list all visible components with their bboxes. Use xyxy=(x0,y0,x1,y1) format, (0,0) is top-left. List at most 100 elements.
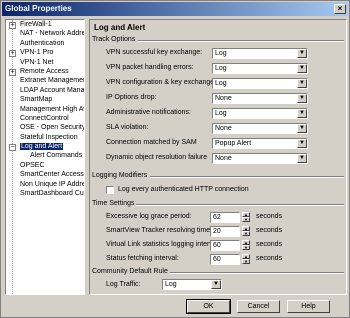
track-option-value: Log xyxy=(215,65,227,72)
time-setting-input[interactable]: 60 xyxy=(210,240,240,251)
spin-down-icon[interactable]: ▼ xyxy=(242,259,250,264)
tree-item-label: FireWall-1 xyxy=(20,21,52,28)
time-setting-label: Status fetching interval: xyxy=(106,255,179,262)
time-settings-header: Time Settings xyxy=(92,200,344,207)
spin-buttons: ▲ ▼ xyxy=(242,254,250,265)
track-option-label: Dynamic object resolution failure xyxy=(106,154,208,161)
tree-item[interactable]: OPSEC xyxy=(6,161,84,170)
close-icon[interactable]: × xyxy=(334,4,346,14)
chevron-down-icon[interactable]: ▼ xyxy=(211,280,221,289)
section-title: Time Settings xyxy=(92,200,135,207)
chevron-down-icon[interactable]: ▼ xyxy=(297,154,307,163)
track-option-select[interactable]: None ▼ xyxy=(212,123,308,134)
track-option-select[interactable]: Popup Alert ▼ xyxy=(212,138,308,149)
spin-buttons: ▲ ▼ xyxy=(242,226,250,237)
separator xyxy=(136,204,344,206)
tree-item[interactable]: Non Unique IP Address xyxy=(6,180,84,189)
tree-item-label: Extranet Management I xyxy=(20,77,84,85)
track-options-header: Track Options xyxy=(92,36,344,43)
track-option-select[interactable]: Log ▼ xyxy=(212,63,308,74)
tree-item[interactable]: Extranet Management I xyxy=(6,76,84,85)
tree-item[interactable]: + FireWall-1 xyxy=(6,20,84,29)
track-option-select[interactable]: None ▼ xyxy=(212,93,308,104)
track-option-value: Log xyxy=(215,110,227,117)
chevron-down-icon[interactable]: ▼ xyxy=(297,79,307,88)
tree-item-label: SmartCenter Access xyxy=(20,171,84,179)
window-title: Global Properties xyxy=(5,4,72,13)
cancel-button[interactable]: Cancel xyxy=(237,300,280,313)
tree-item[interactable]: SmartMap xyxy=(6,95,84,104)
section-title: Track Options xyxy=(92,36,136,43)
tree-item[interactable]: + VPN-1 Pro xyxy=(6,48,84,57)
track-option-value: Log xyxy=(215,50,227,57)
time-unit-label: seconds xyxy=(256,213,283,220)
tree-item-label: Remote Access xyxy=(20,67,69,75)
spin-down-icon[interactable]: ▼ xyxy=(242,245,250,250)
chevron-down-icon[interactable]: ▼ xyxy=(297,49,307,58)
chevron-down-icon[interactable]: ▼ xyxy=(297,64,307,73)
tree-item[interactable]: VPN-1 Net xyxy=(6,58,84,67)
track-option-select[interactable]: Log ▼ xyxy=(212,108,308,119)
global-properties-window: Global Properties × + FireWall-1 NAT - Net… xyxy=(0,0,350,318)
log-and-alert-panel: Log and Alert Track Options VPN successf… xyxy=(89,19,347,295)
tree-item[interactable]: OSE - Open Security E xyxy=(6,123,84,132)
tree-item-label: Log and Alert xyxy=(20,143,64,151)
chevron-down-icon[interactable]: ▼ xyxy=(297,139,307,148)
time-setting-input[interactable]: 60 xyxy=(210,254,240,265)
track-option-value: None xyxy=(215,155,232,162)
log-traffic-label: Log Traffic: xyxy=(106,281,141,288)
tree-item-label: Management High Ava xyxy=(20,105,84,113)
category-tree[interactable]: + FireWall-1 NAT - Network AddressAuthenti… xyxy=(5,19,85,295)
tree-item[interactable]: NAT - Network Address xyxy=(6,29,84,38)
tree-item[interactable]: Stateful Inspection xyxy=(6,133,84,142)
expand-icon[interactable]: + xyxy=(9,68,16,76)
time-setting-input[interactable]: 20 xyxy=(210,226,240,237)
tree-item-label: Authentication xyxy=(20,39,65,47)
tree-item[interactable]: Authentication xyxy=(6,39,84,48)
time-setting-label: Virtual Link statistics logging interval… xyxy=(106,241,221,248)
track-option-label: SLA violation: xyxy=(106,124,149,131)
time-unit-label: seconds xyxy=(256,255,283,262)
track-option-value: Popup Alert xyxy=(215,140,252,147)
tree-item-label: Stateful Inspection xyxy=(20,133,78,141)
tree-item-label: SmartMap xyxy=(20,96,53,104)
separator xyxy=(150,176,344,178)
help-button[interactable]: Help xyxy=(287,300,330,313)
tree-item[interactable]: Management High Ava xyxy=(6,105,84,114)
track-option-label: Connection matched by SAM xyxy=(106,139,197,146)
tree-item[interactable]: LDAP Account Manage xyxy=(6,86,84,95)
track-option-select[interactable]: None ▼ xyxy=(212,153,308,164)
title-bar: Global Properties × xyxy=(2,2,348,16)
tree-item-label: Alert Commands xyxy=(30,152,83,160)
collapse-icon[interactable]: − xyxy=(9,143,16,151)
separator xyxy=(170,272,344,274)
spin-down-icon[interactable]: ▼ xyxy=(242,217,250,222)
log-traffic-select[interactable]: Log ▼ xyxy=(162,279,222,290)
time-setting-input[interactable]: 62 xyxy=(210,212,240,223)
time-unit-label: seconds xyxy=(256,241,283,248)
time-setting-label: SmartView Tracker resolving timeout: xyxy=(106,227,222,234)
log-http-checkbox[interactable] xyxy=(106,186,114,194)
spin-buttons: ▲ ▼ xyxy=(242,240,250,251)
expand-icon[interactable]: + xyxy=(9,21,16,29)
tree-item-label: OPSEC xyxy=(20,161,45,169)
track-option-label: VPN packet handling errors: xyxy=(106,64,194,71)
spin-buttons: ▲ ▼ xyxy=(242,212,250,223)
tree-item[interactable]: − Log and Alert xyxy=(6,142,84,151)
track-option-label: VPN successful key exchange: xyxy=(106,49,203,56)
ok-button[interactable]: OK xyxy=(186,299,231,314)
tree-item[interactable]: Alert Commands xyxy=(6,151,84,160)
track-option-select[interactable]: Log ▼ xyxy=(212,78,308,89)
expand-icon[interactable]: + xyxy=(9,49,16,57)
log-traffic-value: Log xyxy=(165,281,177,288)
spin-down-icon[interactable]: ▼ xyxy=(242,231,250,236)
tree-item[interactable]: ConnectControl xyxy=(6,114,84,123)
tree-item[interactable]: SmartDashboard Custo xyxy=(6,189,84,198)
time-unit-label: seconds xyxy=(256,227,283,234)
chevron-down-icon[interactable]: ▼ xyxy=(297,124,307,133)
chevron-down-icon[interactable]: ▼ xyxy=(297,109,307,118)
track-option-select[interactable]: Log ▼ xyxy=(212,48,308,59)
chevron-down-icon[interactable]: ▼ xyxy=(297,94,307,103)
tree-item[interactable]: + Remote Access xyxy=(6,67,84,76)
tree-item[interactable]: SmartCenter Access xyxy=(6,170,84,179)
